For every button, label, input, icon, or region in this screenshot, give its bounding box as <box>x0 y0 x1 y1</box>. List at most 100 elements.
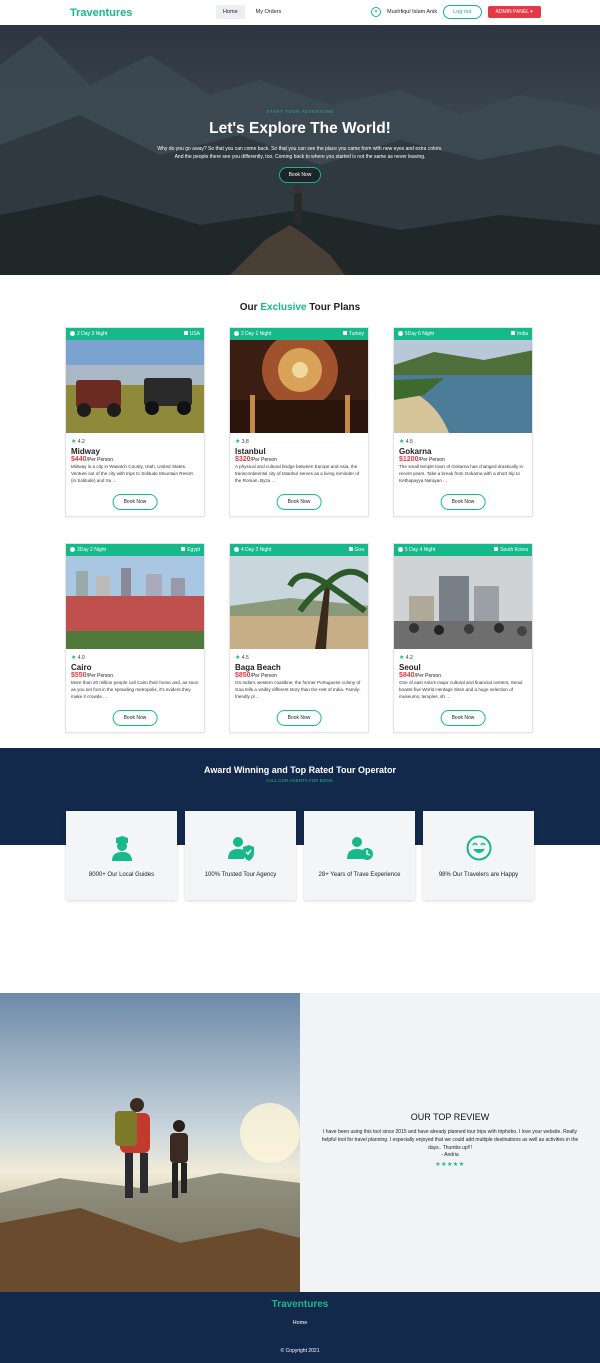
award-title: Award Winning and Top Rated Tour Operato… <box>204 765 396 775</box>
card-header: 2 Day 1 Night Turkey <box>230 328 368 340</box>
review-section: OUR TOP REVIEW I have been using this to… <box>0 993 600 1292</box>
tour-card-istanbul[interactable]: 2 Day 1 Night Turkey ★ 3.8 Istanbul $320… <box>229 327 369 517</box>
footer-brand[interactable]: Traventures <box>0 1292 600 1310</box>
award-card-happy: 98% Our Travelers are Happy <box>423 811 534 900</box>
hero-book-now-button[interactable]: Book Now <box>278 167 322 183</box>
location-icon <box>342 331 347 335</box>
location-icon <box>494 547 499 551</box>
book-now-button[interactable]: Book Now <box>440 710 486 726</box>
country-text: USA <box>189 331 200 337</box>
clock-icon <box>398 547 403 552</box>
tour-card-cairo[interactable]: 3Day 2 Night Egypt ★ 4.0 Cairo $550/Per … <box>65 543 205 733</box>
rating-value: 4.2 <box>77 439 85 445</box>
tour-image-istanbul <box>230 340 368 433</box>
card-header: 5 Day 4 Night South Korea <box>394 544 532 556</box>
tour-rating: ★ 4.0 <box>71 654 199 661</box>
book-now-button[interactable]: Book Now <box>112 494 158 510</box>
book-now-button[interactable]: Book Now <box>276 494 322 510</box>
tour-price: $440/Per Person <box>71 456 199 463</box>
tour-name: Seoul <box>399 663 421 672</box>
guide-icon <box>111 836 132 861</box>
location-icon <box>348 547 353 551</box>
book-now-button[interactable]: Book Now <box>440 494 486 510</box>
price-unit: /Per Person <box>250 457 277 463</box>
duration-text: 5 Day 4 Night <box>405 547 436 553</box>
navbar: Traventures Home My Orders Mushfiqul Isl… <box>0 0 600 25</box>
hero-tagline: START YOUR ADVENTURE <box>266 109 334 114</box>
tour-image-baga-beach <box>230 556 368 649</box>
star-icon: ★ <box>235 655 241 661</box>
price-unit: /Per Person <box>250 673 277 679</box>
award-label: 100% Trusted Tour Agency <box>204 872 277 878</box>
card-header: 5Day 6 Night India <box>394 328 532 340</box>
award-section: Award Winning and Top Rated Tour Operato… <box>0 748 600 944</box>
tour-card-gokarna[interactable]: 5Day 6 Night India ★ 4.5 Gokarna $1200/P… <box>393 327 533 517</box>
card-header: 2 Day 3 Night USA <box>66 328 204 340</box>
rating-value: 4.0 <box>77 655 85 661</box>
price-amount: $840 <box>399 672 415 679</box>
location-icon <box>181 547 186 551</box>
country-badge: Goa <box>348 547 364 553</box>
location-icon <box>183 331 188 335</box>
star-icon: ★ <box>235 439 241 445</box>
price-unit: /Per Person <box>86 457 113 463</box>
brand-logo[interactable]: Traventures <box>70 7 132 19</box>
clock-icon <box>70 331 75 336</box>
nav-my-orders-link[interactable]: My Orders <box>249 5 289 19</box>
logout-button[interactable]: Log out <box>443 5 482 19</box>
price-amount: $550 <box>71 672 87 679</box>
happy-face-icon <box>466 835 491 861</box>
rating-value: 4.5 <box>405 439 413 445</box>
footer-copyright: © Copyright 2021 <box>280 1348 320 1354</box>
card-body: ★ 4.2 Midway $440/Per Person Midway is a… <box>66 433 204 485</box>
admin-panel-label: ADMIN PANEL <box>495 9 529 15</box>
tour-name: Baga Beach <box>235 663 281 672</box>
nav-user-area: Mushfiqul Islam Anik Log out ADMIN PANEL… <box>371 5 541 19</box>
tour-image-gokarna <box>394 340 532 433</box>
tour-name: Midway <box>71 447 100 456</box>
duration-text: 3Day 2 Night <box>77 547 106 553</box>
card-body: ★ 4.2 Seoul $840/Per Person One of east … <box>394 649 532 701</box>
price-amount: $1200 <box>399 456 419 463</box>
admin-panel-button[interactable]: ADMIN PANEL ▾ <box>487 6 541 18</box>
card-body: ★ 4.5 Baga Beach $850/Per Person On Indi… <box>230 649 368 701</box>
tour-card-baga-beach[interactable]: 4 Day 3 Night Goa ★ 4.5 Baga Beach $850/… <box>229 543 369 733</box>
country-text: Turkey <box>348 331 364 337</box>
nav-links: Home My Orders <box>216 5 288 19</box>
rating-value: 4.5 <box>241 655 249 661</box>
footer-home-link[interactable]: Home <box>0 1320 600 1326</box>
tour-name: Istanbul <box>235 447 266 456</box>
star-icon: ★ <box>71 655 77 661</box>
tour-price: $840/Per Person <box>399 672 527 679</box>
duration-badge: 4 Day 3 Night <box>234 547 271 553</box>
country-text: Goa <box>354 547 364 553</box>
star-icon: ★ <box>399 655 405 661</box>
card-body: ★ 4.0 Cairo $550/Per Person More than 20… <box>66 649 204 701</box>
experience-clock-icon <box>346 837 373 860</box>
footer: Traventures Home © Copyright 2021 <box>0 1292 600 1363</box>
review-author: - Andria <box>441 1152 459 1159</box>
tour-price: $550/Per Person <box>71 672 199 679</box>
star-icon: ★ <box>71 439 77 445</box>
tour-card-midway[interactable]: 2 Day 3 Night USA ★ 4.2 Midway $440/Per … <box>65 327 205 517</box>
hero-content: START YOUR ADVENTURE Let's Explore The W… <box>0 109 600 183</box>
hero-text: Why do you go away? So that you can come… <box>157 146 443 160</box>
book-now-button[interactable]: Book Now <box>276 710 322 726</box>
tour-image-midway <box>66 340 204 433</box>
tour-rating: ★ 4.5 <box>235 654 363 661</box>
tour-rating: ★ 4.2 <box>399 654 527 661</box>
book-now-button[interactable]: Book Now <box>112 710 158 726</box>
review-text: I have been using this tool since 2015 a… <box>321 1129 579 1151</box>
clock-icon <box>398 331 403 336</box>
tour-card-seoul[interactable]: 5 Day 4 Night South Korea ★ 4.2 Seoul $8… <box>393 543 533 733</box>
location-icon <box>511 331 516 335</box>
chevron-down-icon: ▾ <box>530 9 533 15</box>
award-label: 8000+ Our Local Guides <box>88 872 155 878</box>
tour-description: On India's western coastline, the former… <box>235 680 361 699</box>
rating-value: 4.2 <box>405 655 413 661</box>
star-icon: ★ <box>399 439 405 445</box>
duration-text: 4 Day 3 Night <box>241 547 272 553</box>
duration-badge: 5 Day 4 Night <box>398 547 435 553</box>
nav-home-link[interactable]: Home <box>216 5 245 19</box>
tour-name: Cairo <box>71 663 92 672</box>
